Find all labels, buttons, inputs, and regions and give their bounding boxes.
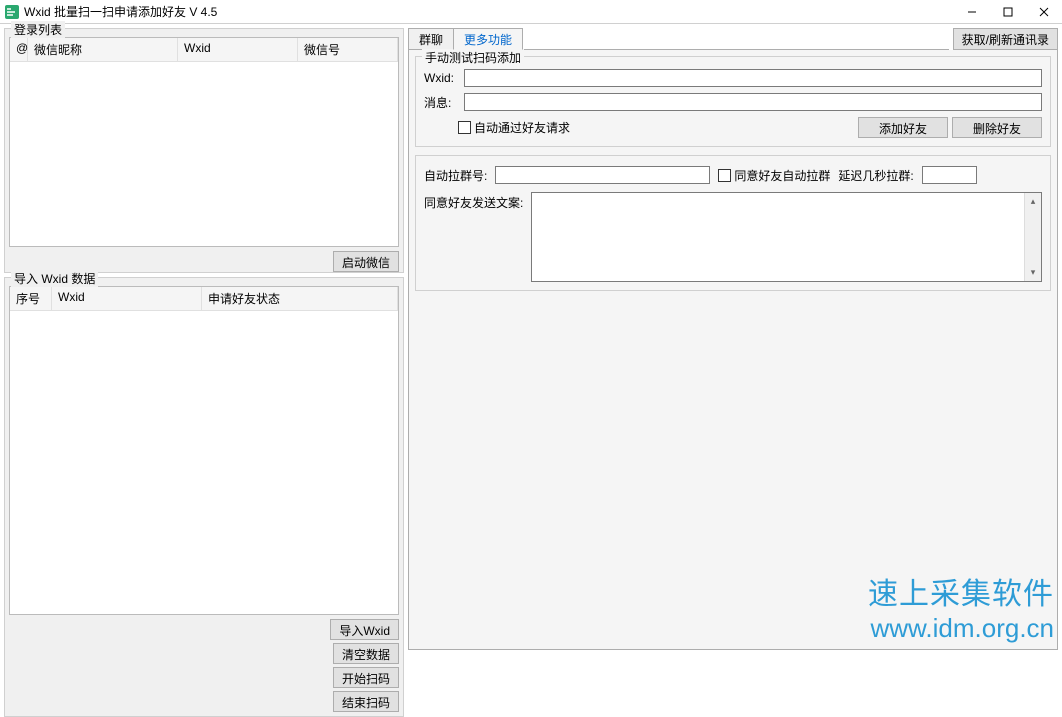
login-table[interactable]: @ 微信昵称 Wxid 微信号 [9, 37, 399, 247]
manual-test-label: 手动测试扫码添加 [422, 49, 524, 66]
delay-input[interactable] [922, 166, 977, 184]
tab-content: 手动测试扫码添加 Wxid: 消息: 自动通过好友请求 添加好友 [408, 50, 1058, 650]
login-list-group: 登录列表 @ 微信昵称 Wxid 微信号 启动微信 [4, 28, 404, 273]
agree-auto-checkbox[interactable] [718, 169, 731, 182]
maximize-button[interactable] [990, 0, 1026, 24]
login-list-label: 登录列表 [11, 21, 65, 38]
auto-pass-label: 自动通过好友请求 [474, 119, 570, 136]
msg-label: 消息: [424, 94, 460, 111]
scroll-down-icon[interactable]: ▾ [1025, 264, 1041, 281]
import-data-group: 导入 Wxid 数据 序号 Wxid 申请好友状态 导入Wxid 清空数据 开始… [4, 277, 404, 717]
login-table-body[interactable] [10, 62, 398, 246]
tab-more-functions[interactable]: 更多功能 [453, 28, 523, 50]
refresh-contacts-button[interactable]: 获取/刷新通讯录 [953, 28, 1058, 50]
import-data-label: 导入 Wxid 数据 [11, 270, 98, 287]
wxid-label: Wxid: [424, 71, 460, 85]
col-import-wxid[interactable]: Wxid [52, 287, 202, 310]
add-friend-button[interactable]: 添加好友 [858, 117, 948, 138]
close-button[interactable] [1026, 0, 1062, 24]
col-nick[interactable]: 微信昵称 [28, 38, 178, 61]
auto-group-input[interactable] [495, 166, 710, 184]
agree-send-textarea[interactable] [532, 193, 1024, 281]
agree-send-label: 同意好友发送文案: [424, 192, 523, 211]
auto-group: 自动拉群号: 同意好友自动拉群 延迟几秒拉群: 同意好友发送文案: ▴ [415, 155, 1051, 291]
col-status[interactable]: 申请好友状态 [202, 287, 398, 310]
col-at[interactable]: @ [10, 38, 28, 61]
auto-pass-checkbox[interactable] [458, 121, 471, 134]
launch-wechat-button[interactable]: 启动微信 [333, 251, 399, 272]
titlebar: Wxid 批量扫一扫申请添加好友 V 4.5 [0, 0, 1062, 24]
window-controls [954, 0, 1062, 24]
start-scan-button[interactable]: 开始扫码 [333, 667, 399, 688]
minimize-button[interactable] [954, 0, 990, 24]
wxid-input[interactable] [464, 69, 1042, 87]
login-table-head: @ 微信昵称 Wxid 微信号 [10, 38, 398, 62]
tabs: 群聊 更多功能 [408, 28, 949, 50]
col-wxhao[interactable]: 微信号 [298, 38, 398, 61]
col-wxid[interactable]: Wxid [178, 38, 298, 61]
import-wxid-button[interactable]: 导入Wxid [330, 619, 399, 640]
app-icon [4, 4, 20, 20]
window-title: Wxid 批量扫一扫申请添加好友 V 4.5 [24, 3, 954, 20]
col-seq[interactable]: 序号 [10, 287, 52, 310]
delete-friend-button[interactable]: 删除好友 [952, 117, 1042, 138]
delay-label: 延迟几秒拉群: [838, 167, 913, 184]
msg-input[interactable] [464, 93, 1042, 111]
import-table-body[interactable] [10, 311, 398, 614]
end-scan-button[interactable]: 结束扫码 [333, 691, 399, 712]
textarea-scrollbar[interactable]: ▴ ▾ [1024, 193, 1041, 281]
agree-auto-label: 同意好友自动拉群 [734, 167, 830, 184]
import-table-head: 序号 Wxid 申请好友状态 [10, 287, 398, 311]
manual-test-group: 手动测试扫码添加 Wxid: 消息: 自动通过好友请求 添加好友 [415, 56, 1051, 147]
tab-group-chat[interactable]: 群聊 [408, 28, 454, 49]
import-table[interactable]: 序号 Wxid 申请好友状态 [9, 286, 399, 615]
auto-group-label: 自动拉群号: [424, 167, 487, 184]
scroll-up-icon[interactable]: ▴ [1025, 193, 1041, 210]
